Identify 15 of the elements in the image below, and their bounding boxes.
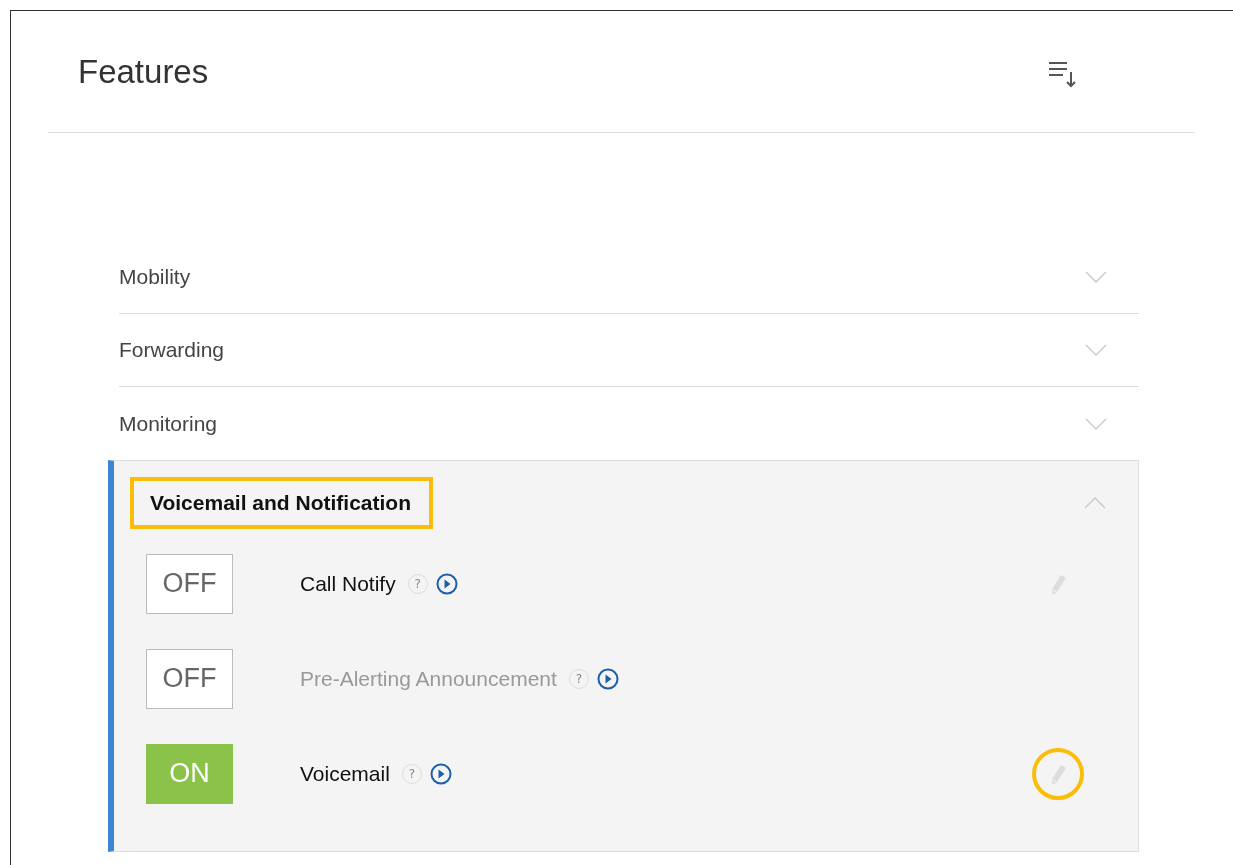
play-icon[interactable]: [435, 572, 458, 595]
chevron-down-icon[interactable]: [1085, 344, 1107, 356]
feature-label: Call Notify: [300, 571, 396, 596]
toggle-button[interactable]: OFF: [146, 553, 233, 614]
feature-label: Pre-Alerting Announcement: [300, 666, 557, 691]
page-title: Features: [78, 52, 209, 91]
feature-label: Voicemail: [300, 761, 390, 786]
play-icon[interactable]: [429, 762, 452, 785]
chevron-up-icon[interactable]: [1084, 497, 1106, 509]
section-title[interactable]: Voicemail and Notification: [130, 477, 433, 529]
section-title[interactable]: Monitoring: [119, 411, 218, 436]
section-title[interactable]: Mobility: [119, 265, 191, 289]
chevron-down-icon[interactable]: [1085, 417, 1107, 430]
section-title[interactable]: Forwarding: [119, 338, 225, 362]
chevron-down-icon[interactable]: [1085, 271, 1107, 283]
